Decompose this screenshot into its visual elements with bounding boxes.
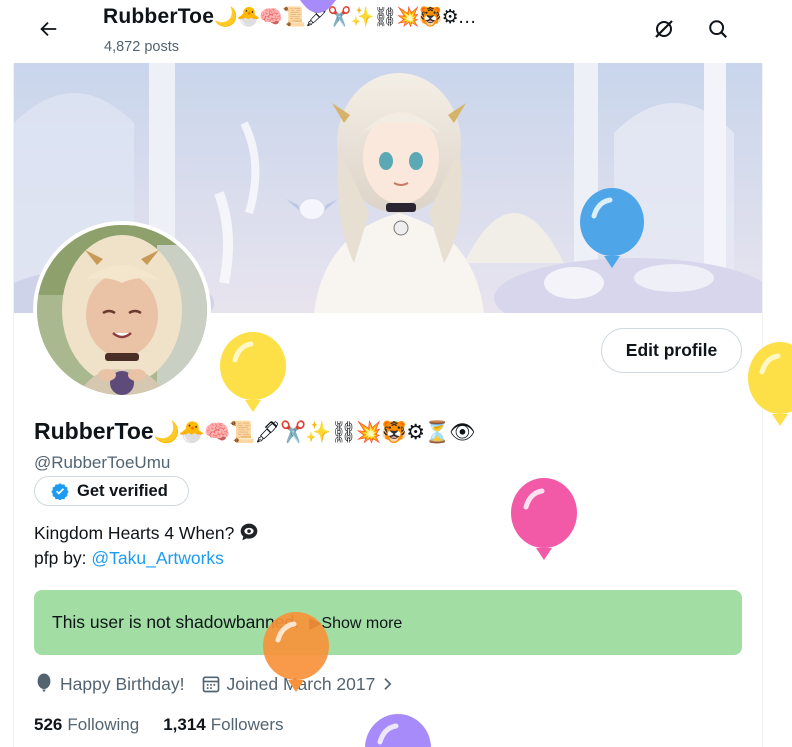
header-title: RubberToe🌙🐣🧠📜🖋✂️✨⛓💥🐯⚙… (103, 5, 477, 29)
following-label: Following (67, 715, 140, 734)
shadowban-status-box: This user is not shadowbanned. ▶Show mor… (34, 590, 742, 655)
followers-label: Followers (210, 715, 284, 734)
shadowban-text: This user is not shadowbanned. (52, 612, 300, 632)
grok-icon (655, 20, 673, 38)
joined-item[interactable]: Joined March 2017 (201, 674, 403, 695)
following-count: 526 (34, 715, 63, 734)
birthday-item: Happy Birthday! (34, 673, 185, 695)
user-handle: @RubberToeUmu (34, 453, 171, 472)
display-name-text: RubberToe (34, 418, 154, 444)
search-icon (709, 20, 728, 39)
avatar[interactable] (33, 221, 211, 399)
bio-text: Kingdom Hearts 4 When? (34, 523, 235, 543)
display-name: RubberToe🌙🐣🧠📜🖋✂️✨⛓💥🐯⚙⏳👁 (34, 418, 476, 445)
birthday-text: Happy Birthday! (60, 673, 185, 694)
pfp-artist-link[interactable]: @Taku_Artworks (91, 548, 224, 568)
chevron-right-icon (384, 678, 392, 690)
bio-pfp-prefix: pfp by: (34, 548, 92, 568)
joined-text: Joined March 2017 (226, 673, 376, 694)
profile-meta-row: Happy Birthday! Joined March 2017 (34, 672, 402, 696)
edit-profile-button[interactable]: Edit profile (601, 328, 742, 373)
post-count: 4,872 posts (104, 39, 179, 55)
header-name-emojis: 🌙🐣🧠📜🖋✂️✨⛓💥🐯⚙… (214, 7, 477, 28)
arrow-left-icon (40, 21, 57, 37)
profile-header: RubberToe🌙🐣🧠📜🖋✂️✨⛓💥🐯⚙… 4,872 posts (13, 0, 763, 63)
balloon-icon (37, 673, 51, 693)
grok-button[interactable] (649, 14, 679, 44)
show-more-toggle[interactable]: ▶Show more (309, 613, 402, 633)
followers-link[interactable]: 1,314 Followers (163, 715, 283, 735)
bio-line-2: pfp by: @Taku_Artworks (34, 548, 224, 569)
verified-badge-icon (51, 482, 69, 500)
back-button[interactable] (31, 12, 65, 46)
following-link[interactable]: 526 Following (34, 715, 139, 735)
display-name-emojis: 🌙🐣🧠📜🖋✂️✨⛓💥🐯⚙⏳👁 (153, 421, 476, 444)
followers-count: 1,314 (163, 715, 206, 734)
header-name: RubberToe (103, 5, 215, 28)
speech-bubble-eye-icon (240, 523, 258, 541)
search-button[interactable] (703, 14, 733, 44)
calendar-icon (202, 676, 219, 693)
get-verified-label: Get verified (77, 481, 168, 500)
follow-stats: 526 Following 1,314 Followers (34, 715, 307, 735)
get-verified-button[interactable]: Get verified (34, 476, 189, 506)
avatar-image (37, 225, 207, 395)
bio-line-1: Kingdom Hearts 4 When? (34, 522, 259, 544)
